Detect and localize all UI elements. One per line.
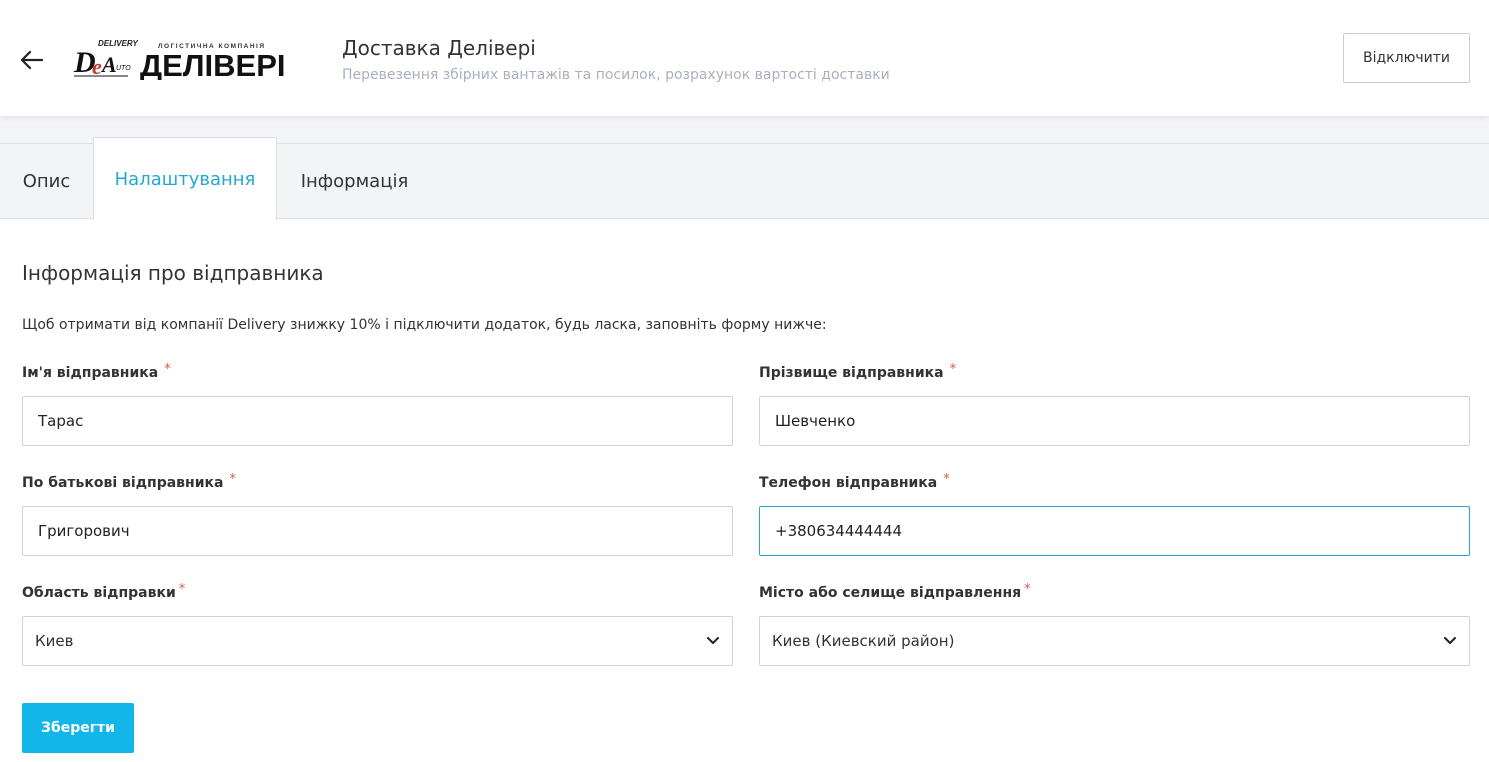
tabs-bar: Опис Налаштування Інформація [0, 137, 1489, 220]
svg-text:e: e [92, 54, 102, 79]
save-button[interactable]: Зберегти [22, 703, 134, 753]
chevron-down-icon [1443, 634, 1457, 648]
required-mark: * [229, 472, 236, 487]
last-name-label: Прізвище відправника * [759, 362, 957, 381]
tab-settings[interactable]: Налаштування [93, 137, 277, 220]
back-arrow-icon[interactable] [18, 46, 46, 74]
disconnect-button[interactable]: Відключити [1343, 33, 1470, 83]
svg-text:ДЕЛІВЕРІ: ДЕЛІВЕРІ [140, 48, 285, 80]
page-subtitle: Перевезення збірних вантажів та посилок,… [342, 67, 890, 83]
city-select-value: Киев (Киевский район) [772, 632, 955, 650]
chevron-down-icon [706, 634, 720, 648]
first-name-input[interactable] [22, 396, 733, 446]
required-mark: * [949, 362, 957, 377]
tab-information[interactable]: Інформація [277, 143, 432, 220]
phone-label: Телефон відправника * [759, 472, 950, 491]
section-title: Інформація про відправника [22, 261, 324, 285]
tab-description[interactable]: Опис [0, 143, 93, 220]
required-mark: * [178, 582, 186, 597]
app-header: DELIVERY D e A UTO ЛОГІСТИЧНА КОМПАНІЯ Д… [0, 0, 1489, 116]
phone-input[interactable] [759, 506, 1470, 556]
svg-text:A: A [100, 52, 117, 77]
svg-text:DELIVERY: DELIVERY [98, 39, 139, 48]
delivery-logo: DELIVERY D e A UTO ЛОГІСТИЧНА КОМПАНІЯ Д… [72, 38, 300, 83]
patronymic-label: По батькові відправника * [22, 472, 236, 491]
city-select[interactable]: Киев (Киевский район) [759, 616, 1470, 666]
last-name-input[interactable] [759, 396, 1470, 446]
region-label: Область відправки * [22, 582, 186, 601]
city-label: Місто або селище відправлення * [759, 582, 1031, 601]
required-mark: * [943, 472, 950, 487]
patronymic-input[interactable] [22, 506, 733, 556]
page-title: Доставка Делівері [342, 36, 536, 60]
region-select[interactable]: Киев [22, 616, 733, 666]
intro-text: Щоб отримати від компанії Delivery знижк… [22, 317, 827, 333]
svg-text:UTO: UTO [116, 65, 131, 72]
required-mark: * [164, 362, 171, 377]
required-mark: * [1024, 582, 1031, 597]
region-select-value: Киев [35, 632, 74, 650]
first-name-label: Ім'я відправника * [22, 362, 171, 381]
